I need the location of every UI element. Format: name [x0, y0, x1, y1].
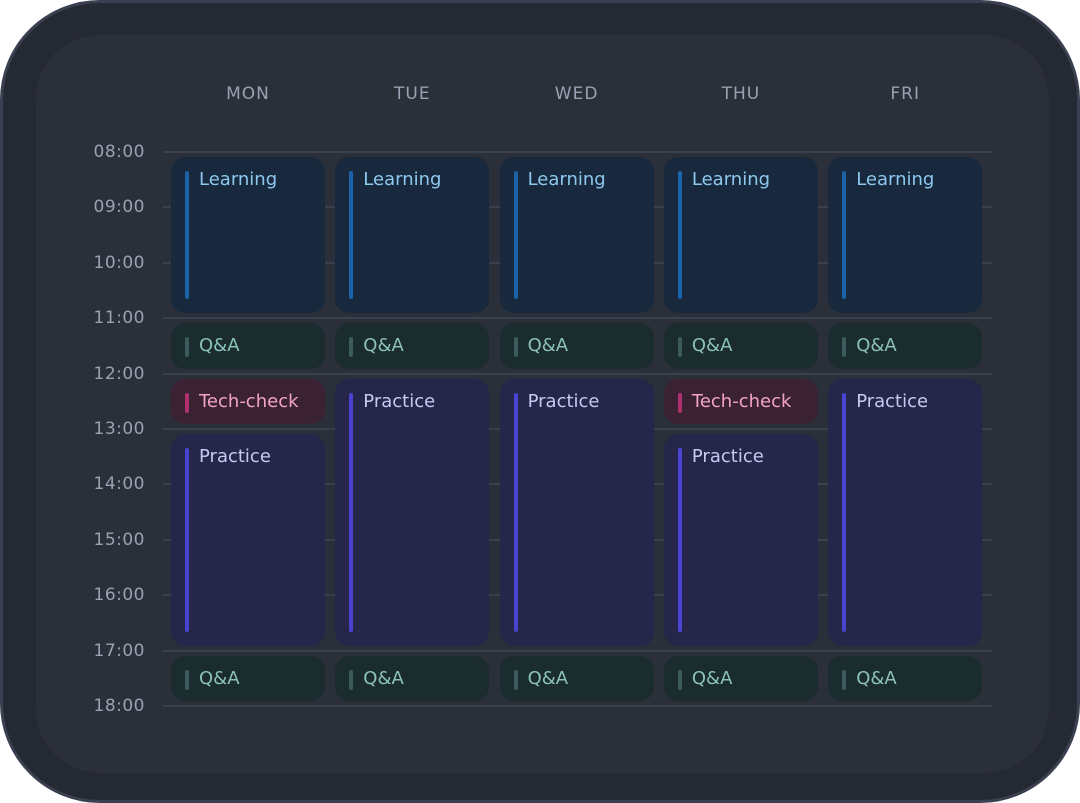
event-title: Learning [691, 169, 771, 190]
event-color-bar [349, 171, 354, 300]
event-learning-thu[interactable]: Learning [663, 157, 818, 314]
event-color-bar [677, 669, 682, 690]
event-title: Q&A [691, 667, 733, 689]
event-color-bar [185, 337, 189, 358]
event-title: Q&A [363, 667, 404, 689]
event-color-bar [185, 392, 189, 413]
event-title: Practice [856, 390, 929, 412]
time-label: 09:00 [93, 197, 145, 218]
event-color-bar [842, 171, 847, 300]
event-practice-fri[interactable]: Practice [828, 378, 983, 646]
hour-grid-line [163, 372, 992, 375]
event-title: Q&A [856, 667, 897, 689]
event-learning-fri[interactable]: Learning [828, 157, 983, 314]
time-label: 13:00 [93, 419, 145, 439]
event-color-bar [677, 171, 682, 300]
event-color-bar [513, 337, 518, 358]
event-title: Learning [527, 169, 606, 190]
time-label: 11:00 [93, 308, 145, 329]
event-title: Q&A [527, 667, 569, 689]
event-color-bar [677, 337, 682, 358]
event-color-bar [185, 669, 189, 690]
event-color-bar [513, 669, 518, 690]
event-title: Practice [363, 390, 436, 412]
event-qa-tue[interactable]: Q&A [335, 655, 490, 701]
event-qa-tue[interactable]: Q&A [335, 323, 490, 369]
event-title: Tech-check [691, 390, 792, 412]
event-qa-wed[interactable]: Q&A [499, 655, 654, 701]
event-color-bar [349, 669, 354, 690]
event-qa-thu[interactable]: Q&A [663, 323, 818, 369]
event-title: Practice [199, 446, 271, 467]
event-color-bar [185, 171, 189, 300]
event-color-bar [513, 171, 518, 300]
time-label: 14:00 [93, 474, 145, 495]
event-practice-tue[interactable]: Practice [335, 378, 490, 646]
event-color-bar [677, 448, 682, 632]
event-title: Practice [691, 446, 764, 467]
event-title: Q&A [856, 335, 897, 357]
event-tech-mon[interactable]: Tech-check [171, 378, 325, 424]
event-color-bar [513, 392, 518, 632]
event-title: Q&A [691, 335, 733, 357]
event-learning-mon[interactable]: Learning [171, 157, 325, 314]
event-tech-thu[interactable]: Tech-check [663, 378, 818, 424]
hour-grid-line [163, 151, 992, 153]
event-color-bar [842, 392, 847, 632]
event-title: Learning [363, 169, 442, 190]
day-header-tue: TUE [394, 84, 431, 104]
hour-grid-line [163, 649, 992, 652]
time-label: 12:00 [93, 363, 145, 384]
event-title: Learning [199, 169, 278, 190]
hour-grid-line [163, 705, 992, 707]
event-practice-wed[interactable]: Practice [499, 378, 654, 646]
time-label: 10:00 [93, 252, 145, 273]
event-color-bar [349, 392, 354, 632]
event-learning-wed[interactable]: Learning [499, 157, 654, 314]
event-qa-mon[interactable]: Q&A [171, 323, 325, 369]
event-color-bar [842, 669, 847, 690]
time-label: 18:00 [93, 696, 145, 716]
event-title: Learning [856, 169, 935, 190]
event-qa-mon[interactable]: Q&A [171, 655, 325, 701]
event-title: Q&A [363, 335, 404, 357]
event-color-bar [677, 392, 682, 413]
day-header-wed: WED [554, 84, 599, 104]
event-title: Q&A [199, 335, 240, 357]
event-practice-mon[interactable]: Practice [171, 434, 325, 646]
event-title: Q&A [199, 667, 240, 689]
time-label: 15:00 [93, 529, 145, 550]
day-header-fri: FRI [890, 84, 920, 104]
event-qa-wed[interactable]: Q&A [499, 323, 654, 369]
day-header-thu: THU [721, 84, 761, 104]
event-color-bar [349, 337, 354, 358]
event-practice-thu[interactable]: Practice [663, 434, 818, 646]
event-title: Q&A [527, 335, 569, 357]
event-learning-tue[interactable]: Learning [335, 157, 490, 314]
hour-grid-line [163, 317, 992, 320]
event-title: Practice [527, 390, 600, 412]
event-qa-fri[interactable]: Q&A [828, 323, 983, 369]
event-qa-fri[interactable]: Q&A [828, 655, 983, 701]
event-qa-thu[interactable]: Q&A [663, 655, 818, 701]
event-color-bar [185, 448, 189, 632]
time-label: 16:00 [93, 585, 145, 606]
event-color-bar [842, 337, 847, 358]
day-header-mon: MON [226, 84, 270, 104]
time-label: 17:00 [93, 640, 145, 661]
event-title: Tech-check [199, 390, 299, 412]
time-label: 08:00 [93, 142, 145, 162]
